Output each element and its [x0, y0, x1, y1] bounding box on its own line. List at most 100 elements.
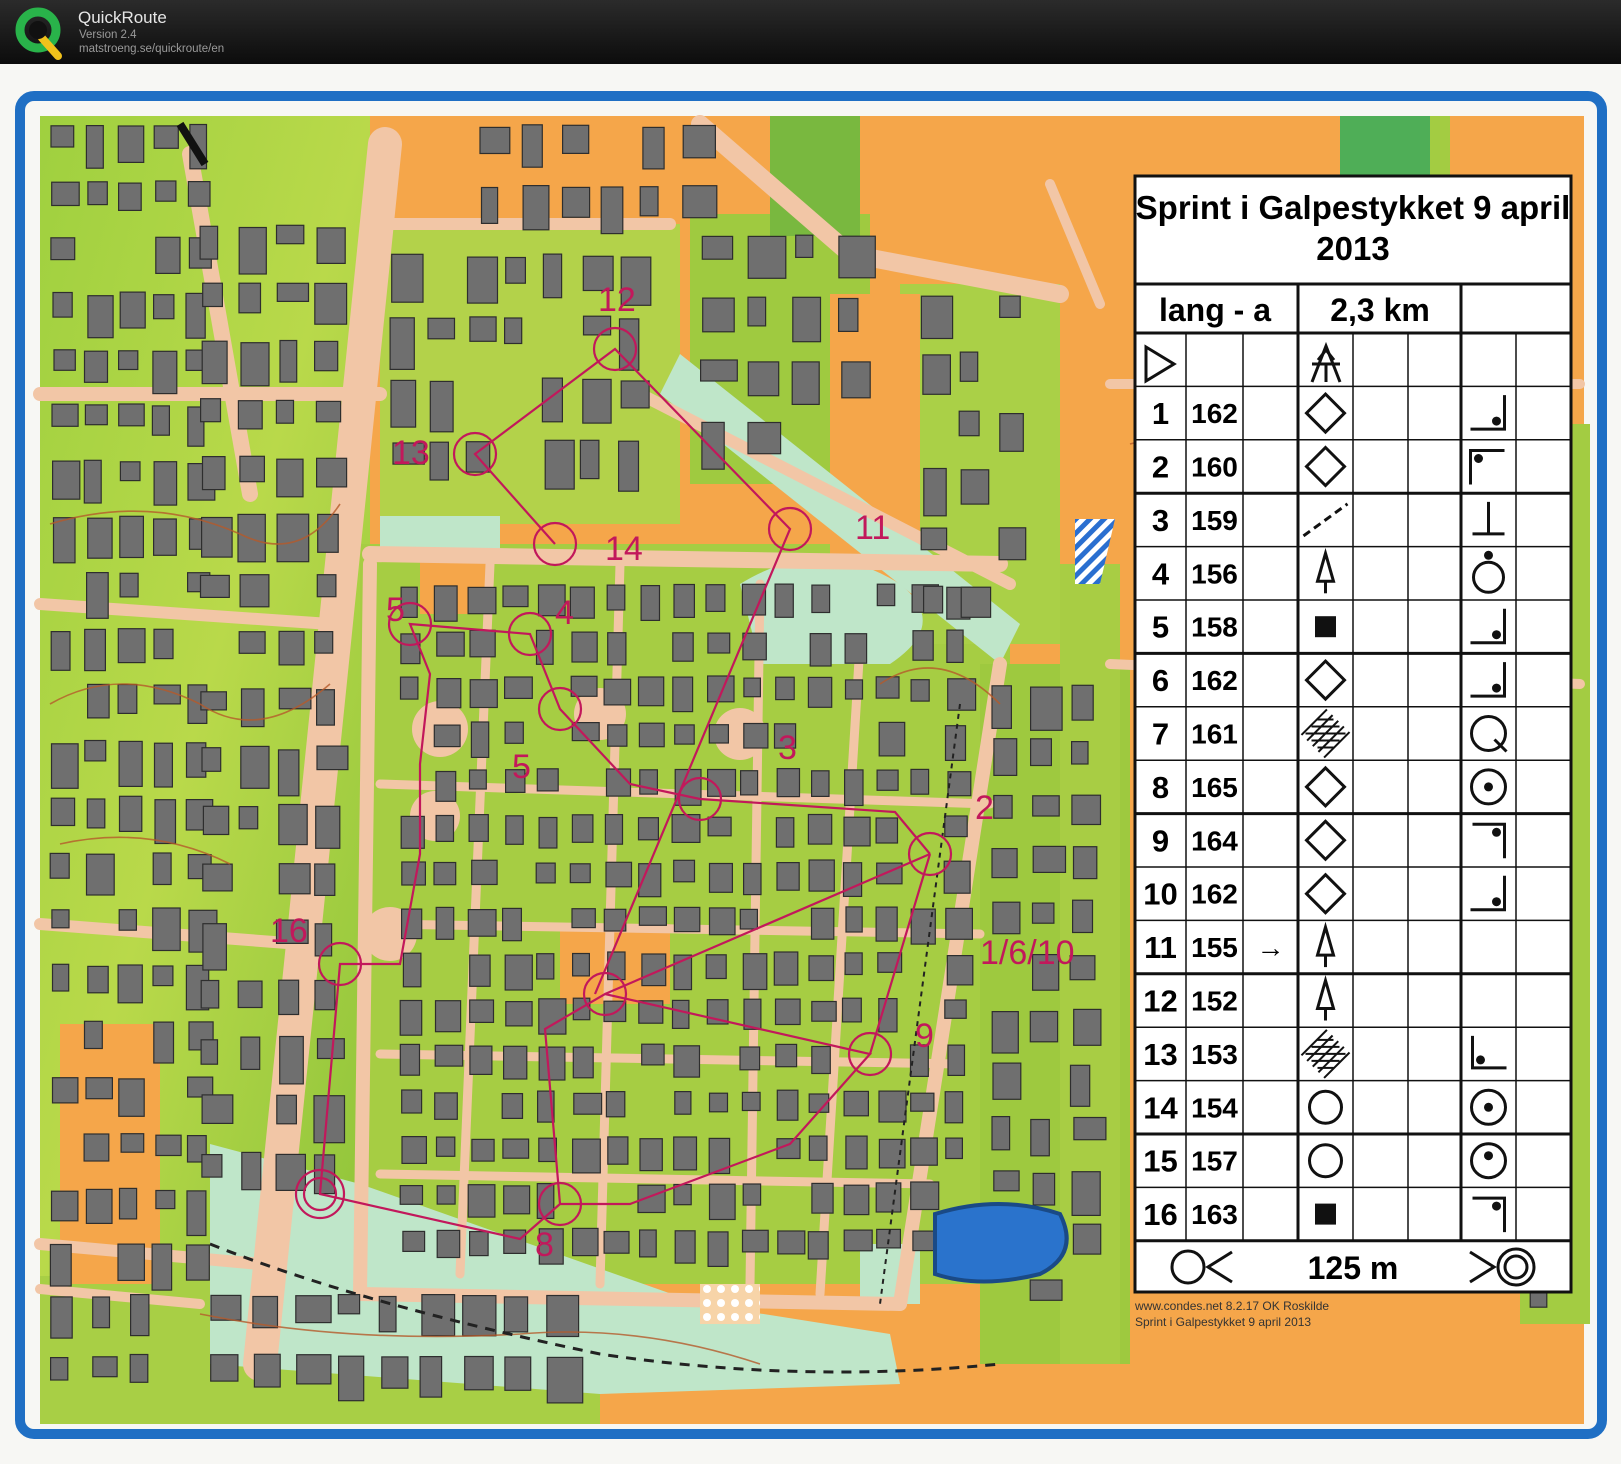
- building: [546, 1294, 580, 1338]
- building: [51, 460, 81, 500]
- building: [83, 350, 109, 383]
- building: [276, 282, 310, 303]
- building: [544, 439, 575, 490]
- building: [50, 743, 79, 789]
- building: [637, 817, 659, 841]
- building: [117, 125, 145, 164]
- building: [436, 1229, 461, 1259]
- building: [708, 1183, 736, 1221]
- control-label: 14: [605, 530, 643, 568]
- building: [1070, 740, 1089, 765]
- course-year: 2013: [1316, 230, 1389, 267]
- building: [83, 1133, 110, 1162]
- building: [502, 585, 529, 608]
- building: [238, 805, 259, 830]
- orienteering-map[interactable]: 11 12 13 14 5 4 5 3 2 1/6/10 16 9 8 www.…: [0, 64, 1621, 1464]
- building: [436, 1185, 456, 1205]
- building: [810, 907, 835, 940]
- building: [153, 628, 174, 660]
- building: [152, 907, 181, 952]
- building: [200, 1039, 219, 1065]
- control-label: 12: [598, 281, 636, 319]
- building: [810, 770, 830, 797]
- building: [920, 295, 954, 340]
- building: [991, 1115, 1011, 1151]
- building: [240, 688, 265, 728]
- building: [315, 400, 342, 423]
- control-number: 2: [1152, 450, 1169, 485]
- building: [944, 815, 968, 838]
- map-viewport[interactable]: 11 12 13 14 5 4 5 3 2 1/6/10 16 9 8 www.…: [0, 64, 1621, 1464]
- building: [87, 181, 108, 206]
- building: [536, 953, 555, 980]
- building: [741, 583, 767, 616]
- building: [878, 1090, 907, 1123]
- building: [155, 236, 181, 275]
- building: [275, 224, 305, 245]
- building: [119, 461, 141, 482]
- building: [238, 282, 262, 314]
- building: [844, 633, 868, 664]
- building: [316, 574, 337, 598]
- app-version: Version 2.4: [79, 29, 137, 41]
- building: [946, 954, 974, 986]
- building: [600, 186, 624, 235]
- building: [51, 403, 79, 427]
- building: [87, 965, 109, 994]
- building: [742, 953, 768, 991]
- building: [241, 1151, 262, 1191]
- building: [743, 998, 762, 1030]
- building: [185, 1244, 210, 1281]
- building: [84, 628, 106, 672]
- building: [279, 339, 298, 383]
- building: [314, 863, 336, 896]
- building: [52, 291, 73, 318]
- building: [707, 1231, 729, 1268]
- building: [708, 724, 729, 744]
- building: [571, 1227, 599, 1257]
- building: [390, 379, 417, 428]
- building: [617, 440, 640, 492]
- building: [741, 1229, 769, 1253]
- building: [699, 359, 738, 382]
- control-label: 3: [778, 729, 797, 767]
- building: [504, 676, 533, 699]
- building: [639, 769, 658, 795]
- building: [200, 979, 220, 1009]
- building: [673, 583, 695, 619]
- building: [876, 583, 896, 607]
- building: [603, 678, 632, 706]
- building: [427, 317, 456, 340]
- building: [51, 909, 70, 929]
- building: [944, 1091, 964, 1124]
- building: [912, 630, 934, 661]
- building: [278, 979, 300, 1016]
- building: [672, 676, 694, 713]
- building: [117, 628, 146, 664]
- building: [202, 282, 223, 308]
- control-code: 162: [1191, 879, 1238, 910]
- building: [843, 769, 864, 807]
- building: [153, 518, 177, 556]
- building: [419, 1355, 443, 1398]
- building: [50, 1296, 73, 1339]
- building: [118, 1078, 145, 1117]
- building: [505, 815, 524, 845]
- building: [237, 980, 263, 1009]
- building: [910, 768, 930, 795]
- building: [944, 999, 967, 1019]
- building: [313, 1154, 336, 1195]
- building: [434, 1092, 458, 1120]
- building: [958, 410, 980, 437]
- building: [240, 745, 270, 789]
- building: [277, 749, 300, 797]
- building: [776, 767, 801, 798]
- control-code: 160: [1191, 452, 1238, 483]
- building: [838, 235, 876, 279]
- control-label: 1/6/10: [980, 934, 1075, 972]
- control-code: 158: [1191, 612, 1238, 643]
- building: [569, 586, 595, 619]
- app-url[interactable]: matstroeng.se/quickroute/en: [79, 43, 224, 55]
- building: [239, 574, 270, 608]
- building: [52, 517, 76, 564]
